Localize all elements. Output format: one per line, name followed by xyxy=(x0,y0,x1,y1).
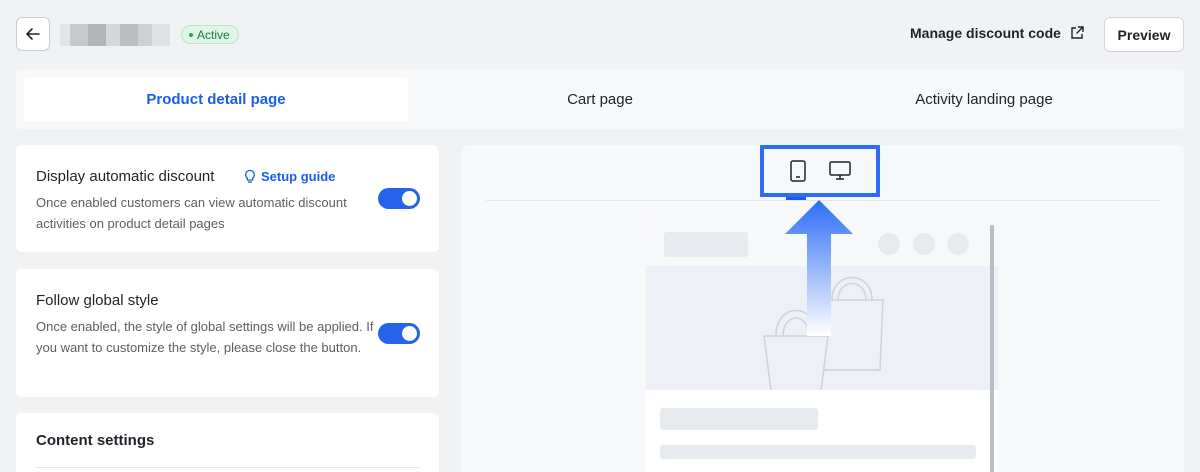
setup-guide-link[interactable]: Setup guide xyxy=(243,169,335,184)
content-settings-card: Content settings xyxy=(16,413,439,472)
global-style-card: Follow global style Once enabled, the st… xyxy=(16,269,439,397)
global-style-toggle[interactable] xyxy=(378,323,420,344)
tab-cart-page[interactable]: Cart page xyxy=(408,78,792,121)
manage-discount-code-link[interactable]: Manage discount code xyxy=(910,25,1085,41)
global-style-description: Once enabled, the style of global settin… xyxy=(36,319,374,355)
back-button[interactable] xyxy=(16,17,50,51)
content-settings-title: Content settings xyxy=(36,432,155,449)
arrow-left-icon xyxy=(26,28,40,40)
lightbulb-icon xyxy=(245,169,255,183)
tab-activity-landing-page[interactable]: Activity landing page xyxy=(792,78,1176,121)
preview-icon-placeholder xyxy=(913,233,935,255)
auto-discount-title: Display automatic discount xyxy=(36,168,215,185)
status-dot-icon xyxy=(189,32,193,37)
desktop-icon[interactable] xyxy=(828,161,851,181)
status-badge: Active xyxy=(181,25,239,44)
page-tabs: Product detail page Cart page Activity l… xyxy=(16,70,1184,129)
preview-button[interactable]: Preview xyxy=(1104,17,1184,52)
status-badge-label: Active xyxy=(197,27,230,42)
preview-text-placeholder xyxy=(660,445,976,459)
preview-title-placeholder xyxy=(660,408,818,430)
auto-discount-card: Display automatic discount Setup guide O… xyxy=(16,145,439,252)
manage-link-label: Manage discount code xyxy=(910,25,1061,41)
device-switcher xyxy=(760,145,880,197)
external-link-icon xyxy=(1071,26,1084,39)
auto-discount-toggle[interactable] xyxy=(378,188,420,209)
preview-logo-placeholder xyxy=(664,232,748,257)
divider xyxy=(36,467,419,468)
highlight-arrow-icon xyxy=(785,200,853,336)
global-style-title: Follow global style xyxy=(36,292,159,309)
preview-scrollbar[interactable] xyxy=(990,225,994,472)
preview-icon-placeholder xyxy=(947,233,969,255)
mobile-icon[interactable] xyxy=(789,160,806,182)
preview-panel xyxy=(462,145,1184,472)
setup-guide-label: Setup guide xyxy=(261,169,336,184)
redacted-title xyxy=(60,24,170,46)
tab-product-detail-page[interactable]: Product detail page xyxy=(24,78,408,121)
auto-discount-description: Once enabled customers can view automati… xyxy=(36,195,347,231)
preview-icon-placeholder xyxy=(878,233,900,255)
